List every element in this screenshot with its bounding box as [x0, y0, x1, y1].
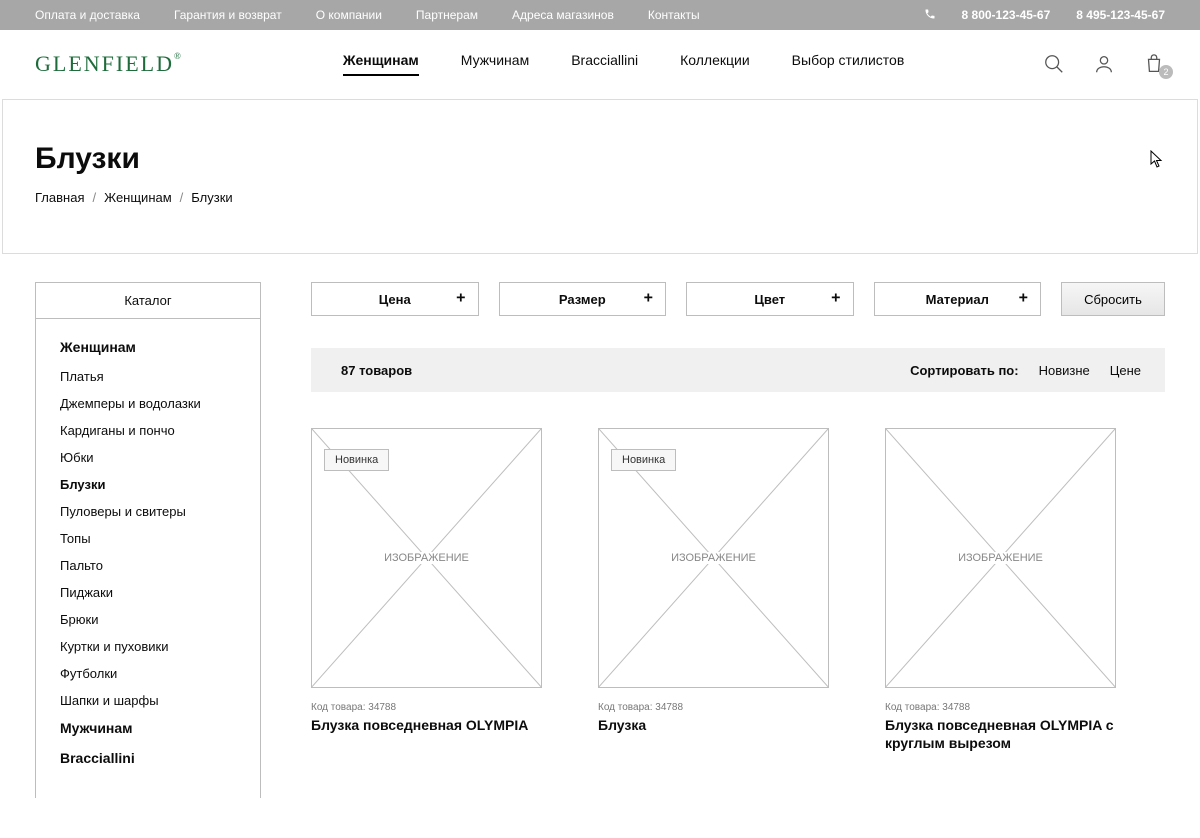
sidebar-item[interactable]: Брюки [60, 612, 236, 627]
filters-bar: Цена+ Размер+ Цвет+ Материал+ Сбросить [311, 282, 1165, 316]
cart-count-badge: 2 [1159, 65, 1173, 79]
breadcrumb-item: Блузки [191, 190, 232, 205]
product-name: Блузка [598, 717, 829, 735]
filter-row: Цена+ Размер+ Цвет+ Материал+ [311, 282, 1041, 316]
sidebar-item[interactable]: Пуловеры и свитеры [60, 504, 236, 519]
filter-материал[interactable]: Материал+ [874, 282, 1042, 316]
top-link[interactable]: Гарантия и возврат [174, 8, 282, 22]
nav-item[interactable]: Коллекции [680, 52, 750, 76]
product-sku: Код товара: 34788 [598, 702, 829, 713]
phone-icon [924, 8, 936, 23]
nav-item[interactable]: Мужчинам [461, 52, 529, 76]
phone-2[interactable]: 8 495-123-45-67 [1076, 8, 1165, 22]
sort-controls: Сортировать по: Новизне Цене [910, 363, 1141, 378]
filter-цена[interactable]: Цена+ [311, 282, 479, 316]
page-title: Блузки [35, 142, 1165, 176]
logo[interactable]: GLENFIELD® [35, 51, 183, 77]
page-title-area: Блузки Главная/Женщинам/Блузки [2, 99, 1198, 254]
product-card[interactable]: ИЗОБРАЖЕНИЕ Код товара: 34788 Блузка повсе… [885, 428, 1116, 752]
filter-цвет[interactable]: Цвет+ [686, 282, 854, 316]
sidebar-item[interactable]: Кардиганы и пончо [60, 423, 236, 438]
top-bar: Оплата и доставка Гарантия и возврат О ком… [0, 0, 1200, 30]
main: Цена+ Размер+ Цвет+ Материал+ Сбросить 87 т… [311, 282, 1165, 798]
reset-button[interactable]: Сбросить [1061, 282, 1165, 316]
product-card[interactable]: ИЗОБРАЖЕНИЕНовинка Код товара: 34788 Блузк… [598, 428, 829, 752]
top-links: Оплата и доставка Гарантия и возврат О ком… [35, 8, 700, 22]
product-card[interactable]: ИЗОБРАЖЕНИЕНовинка Код товара: 34788 Блузк… [311, 428, 542, 752]
product-image-placeholder[interactable]: ИЗОБРАЖЕНИЕНовинка [598, 428, 829, 688]
sort-option[interactable]: Новизне [1039, 363, 1090, 378]
sidebar-group-title[interactable]: Bracciallini [60, 750, 236, 766]
sidebar-group-title[interactable]: Мужчинам [60, 720, 236, 736]
product-name: Блузка повседневная OLYMPIA [311, 717, 542, 735]
toolbar: 87 товаров Сортировать по: Новизне Цене [311, 348, 1165, 392]
sidebar-item[interactable]: Блузки [60, 477, 236, 492]
product-image-placeholder[interactable]: ИЗОБРАЖЕНИЕ [885, 428, 1116, 688]
badge-new: Новинка [611, 449, 676, 471]
breadcrumb-item[interactable]: Женщинам [104, 190, 172, 205]
nav-item[interactable]: Выбор стилистов [792, 52, 905, 76]
plus-icon: + [831, 290, 840, 308]
main-nav: Женщинам Мужчинам Bracciallini Коллекции Выб… [343, 52, 1043, 76]
sidebar-group-title[interactable]: Женщинам [60, 339, 236, 355]
breadcrumb: Главная/Женщинам/Блузки [35, 190, 1165, 205]
product-sku: Код товара: 34788 [885, 702, 1116, 713]
sidebar-item[interactable]: Джемперы и водолазки [60, 396, 236, 411]
filter-размер[interactable]: Размер+ [499, 282, 667, 316]
sidebar-item[interactable]: Пиджаки [60, 585, 236, 600]
account-icon[interactable] [1093, 53, 1115, 75]
nav-item[interactable]: Bracciallini [571, 52, 638, 76]
product-sku: Код товара: 34788 [311, 702, 542, 713]
results-count: 87 товаров [341, 363, 412, 378]
phone-1[interactable]: 8 800-123-45-67 [962, 8, 1051, 22]
top-link[interactable]: Контакты [648, 8, 700, 22]
header: GLENFIELD® Женщинам Мужчинам Bracciallini К… [0, 30, 1200, 99]
product-image-placeholder[interactable]: ИЗОБРАЖЕНИЕНовинка [311, 428, 542, 688]
top-link[interactable]: Оплата и доставка [35, 8, 140, 22]
search-icon[interactable] [1043, 53, 1065, 75]
sidebar-item[interactable]: Пальто [60, 558, 236, 573]
sort-option[interactable]: Цене [1110, 363, 1141, 378]
top-phones: 8 800-123-45-67 8 495-123-45-67 [924, 8, 1165, 23]
sidebar-item[interactable]: Топы [60, 531, 236, 546]
sidebar-item[interactable]: Футболки [60, 666, 236, 681]
sort-label: Сортировать по: [910, 363, 1018, 378]
plus-icon: + [644, 290, 653, 308]
badge-new: Новинка [324, 449, 389, 471]
plus-icon: + [1019, 290, 1028, 308]
sidebar-item[interactable]: Куртки и пуховики [60, 639, 236, 654]
product-name: Блузка повседневная OLYMPIA с круглым вы… [885, 717, 1116, 752]
sidebar-item[interactable]: Платья [60, 369, 236, 384]
sidebar-item[interactable]: Шапки и шарфы [60, 693, 236, 708]
plus-icon: + [456, 290, 465, 308]
sidebar-item[interactable]: Юбки [60, 450, 236, 465]
sidebar-title: Каталог [35, 282, 261, 319]
sidebar-body: Женщинам Платья Джемперы и водолазки Кардиг… [35, 319, 261, 798]
breadcrumb-item[interactable]: Главная [35, 190, 84, 205]
sidebar: Каталог Женщинам Платья Джемперы и водолаз… [35, 282, 261, 798]
nav-item[interactable]: Женщинам [343, 52, 419, 76]
top-link[interactable]: Партнерам [416, 8, 478, 22]
top-link[interactable]: О компании [316, 8, 382, 22]
top-link[interactable]: Адреса магазинов [512, 8, 614, 22]
cart-icon[interactable]: 2 [1143, 53, 1165, 75]
products-grid: ИЗОБРАЖЕНИЕНовинкаКод товара: 34788Блузк… [311, 428, 1165, 752]
